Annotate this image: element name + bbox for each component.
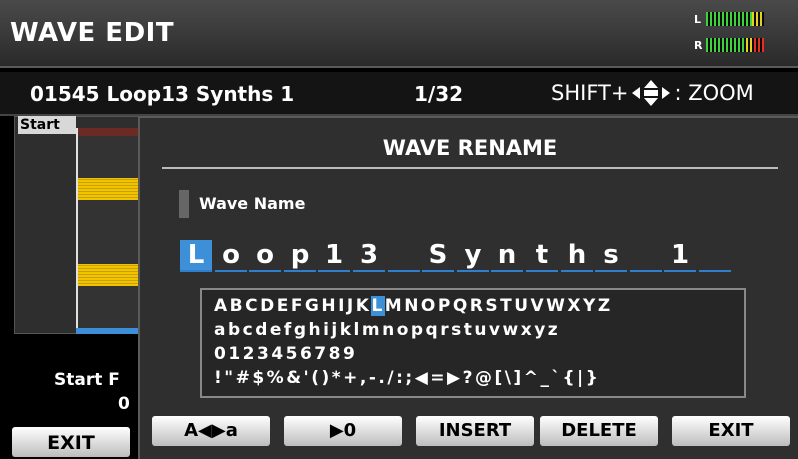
name-char-cell[interactable] xyxy=(388,240,420,272)
zoom-suffix: : ZOOM xyxy=(674,81,754,105)
wave-name-label: Wave Name xyxy=(199,194,306,213)
name-char-cell[interactable]: y xyxy=(457,240,489,272)
level-meter-right: R xyxy=(694,36,764,54)
name-char-cell[interactable]: p xyxy=(284,240,316,272)
exit-button[interactable]: EXIT xyxy=(672,416,790,446)
name-char-cell[interactable]: s xyxy=(595,240,627,272)
waveform-top-line xyxy=(78,128,144,136)
start-point-value: 0 xyxy=(118,394,130,414)
field-marker xyxy=(179,190,189,218)
name-char-cell[interactable]: n xyxy=(491,240,523,272)
charset-row-lowercase[interactable]: abcdefghijklmnopqrstuvwxyz xyxy=(214,320,560,340)
meter-label-right: R xyxy=(694,38,703,52)
name-char-cell[interactable]: S xyxy=(422,240,454,272)
title-bar: WAVE EDIT L R xyxy=(0,0,798,68)
start-marker-tag: Start xyxy=(18,116,76,134)
exit-button-background[interactable]: EXIT xyxy=(12,427,130,457)
insert-button[interactable]: INSERT xyxy=(416,416,534,446)
wave-rename-dialog: WAVE RENAME Wave Name Loop13 Synths 1 AB… xyxy=(138,116,798,459)
waveform-range-bar xyxy=(76,328,142,334)
charset-row-uppercase[interactable]: ABCDEFGHIJKLMNOPQRSTUVWXYZ xyxy=(214,296,613,316)
dialog-title: WAVE RENAME xyxy=(382,136,558,160)
character-palette[interactable]: ABCDEFGHIJKLMNOPQRSTUVWXYZ abcdefghijklm… xyxy=(200,288,746,398)
dialog-divider xyxy=(162,167,778,169)
charset-selected-char[interactable]: L xyxy=(371,296,385,316)
zoom-hint: SHIFT+ : ZOOM xyxy=(551,80,754,106)
number-jump-button[interactable]: ▶0 xyxy=(284,416,402,446)
name-char-cell[interactable]: h xyxy=(561,240,593,272)
page-indicator: 1/32 xyxy=(414,82,464,106)
wave-info-bar: 01545 Loop13 Synths 1 1/32 SHIFT+ : ZOOM xyxy=(0,72,798,116)
name-char-cell[interactable]: L xyxy=(180,240,212,272)
meter-label-left: L xyxy=(694,12,702,26)
start-point-label: Start F xyxy=(54,370,120,390)
case-toggle-button[interactable]: A◀▶a xyxy=(152,416,270,446)
charset-uppercase-part1[interactable]: ABCDEFGHIJK xyxy=(214,296,371,316)
charset-row-digits[interactable]: 0123456789 xyxy=(214,344,357,364)
charset-uppercase-part2[interactable]: MNOPQRSTUVWXYZ xyxy=(385,296,613,316)
cursor-arrows-icon xyxy=(632,80,671,106)
name-char-cell[interactable] xyxy=(699,240,731,272)
name-char-cell[interactable]: t xyxy=(526,240,558,272)
name-char-cell[interactable]: o xyxy=(215,240,247,272)
wave-name-display: 01545 Loop13 Synths 1 xyxy=(30,82,295,106)
level-meter-left: L xyxy=(694,10,764,28)
meter-bar-right xyxy=(706,38,764,52)
delete-button[interactable]: DELETE xyxy=(540,416,658,446)
charset-row-symbols[interactable]: !"#$%&'()*+,-./:;◀=▶?@[\]^_`{|} xyxy=(214,368,600,388)
name-char-cell[interactable]: 3 xyxy=(353,240,385,272)
waveform-band-lower xyxy=(78,264,144,286)
name-char-cell[interactable] xyxy=(630,240,662,272)
waveform-band-upper xyxy=(78,178,144,200)
name-char-cell[interactable]: o xyxy=(249,240,281,272)
waveform-display xyxy=(76,128,144,330)
name-char-cell[interactable]: 1 xyxy=(664,240,696,272)
name-char-cell[interactable]: 1 xyxy=(318,240,350,272)
meter-bar-left xyxy=(706,12,764,26)
zoom-prefix: SHIFT+ xyxy=(551,81,629,105)
screen-title: WAVE EDIT xyxy=(10,18,175,48)
